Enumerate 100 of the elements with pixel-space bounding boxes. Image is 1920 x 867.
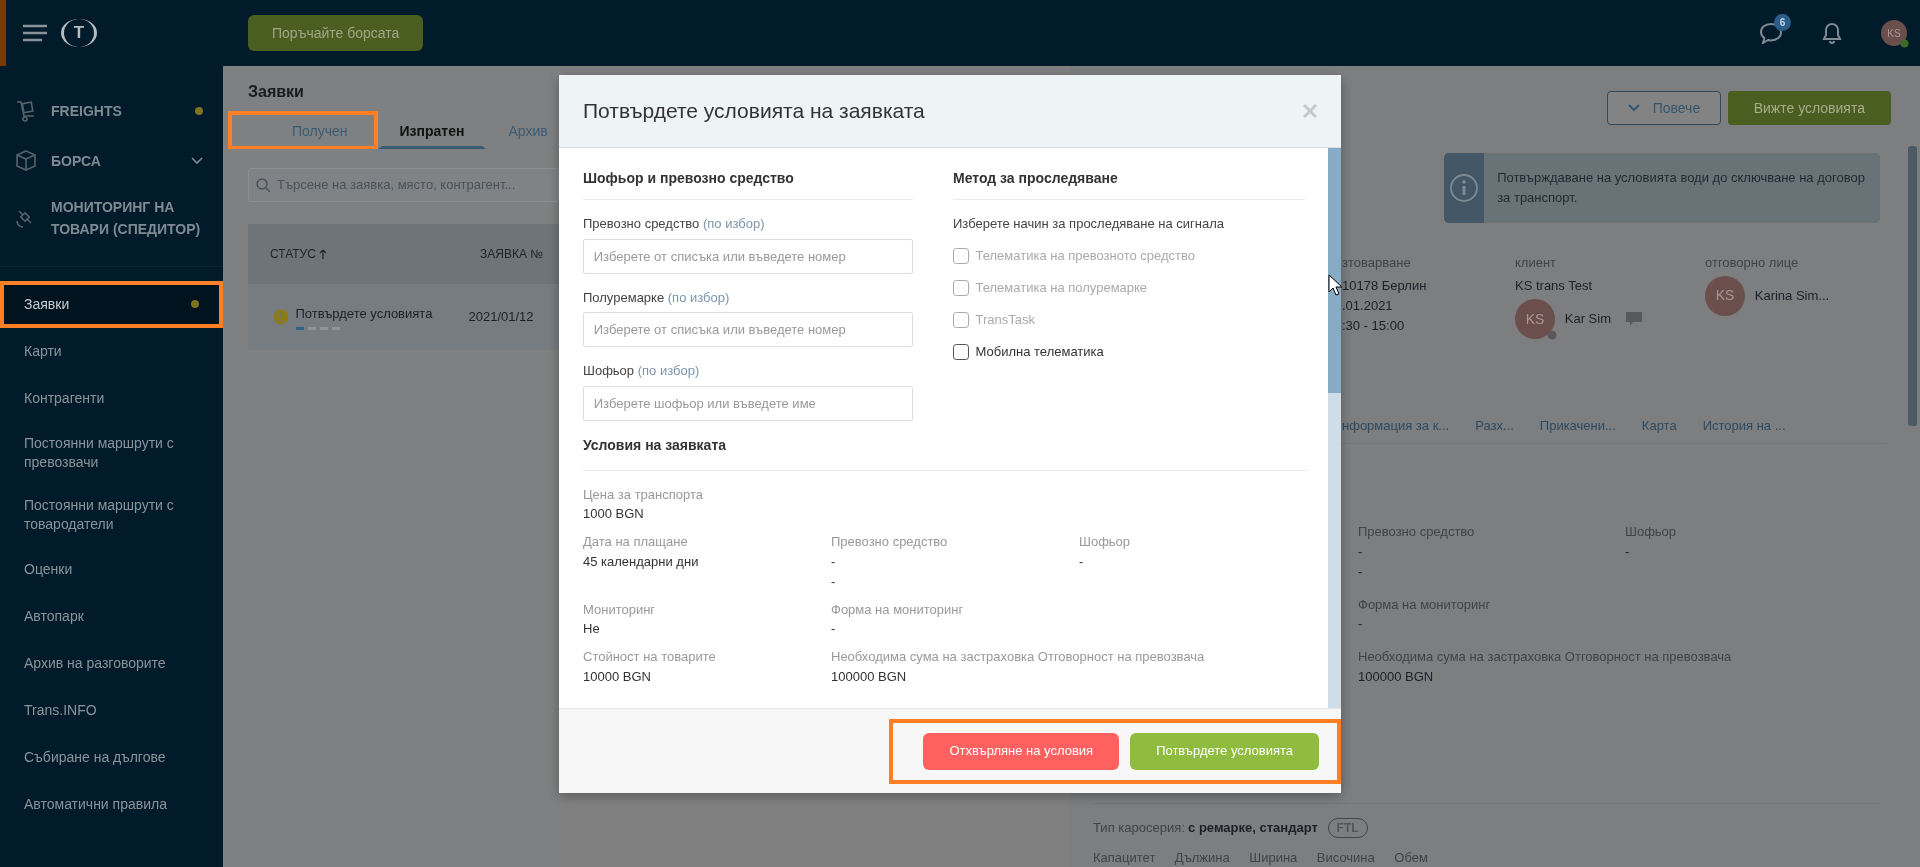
- checkbox[interactable]: [953, 344, 969, 360]
- more-button[interactable]: Повече: [1606, 91, 1722, 125]
- scrollbar-thumb[interactable]: [1328, 148, 1341, 393]
- section-heading: Шофьор и превозно средство: [583, 168, 913, 200]
- column-header[interactable]: СТАТУС: [270, 245, 480, 263]
- field-value: 10178 Берлин: [1342, 276, 1428, 295]
- field-label: Мониторинг: [583, 600, 657, 619]
- field-label: клиент: [1515, 254, 1558, 272]
- user-avatar[interactable]: KS: [1881, 20, 1907, 46]
- search-icon: [255, 177, 271, 193]
- detail-tab[interactable]: Карта: [1641, 415, 1677, 436]
- nav-section[interactable]: БОРСА: [0, 135, 223, 186]
- section-heading: Условия на заявката: [583, 434, 1308, 471]
- sidebar-item[interactable]: Карти: [0, 327, 223, 375]
- scrollbar-thumb[interactable]: [1908, 146, 1917, 426]
- detail-tab[interactable]: История на ...: [1702, 415, 1786, 436]
- person-avatar: KS: [1515, 299, 1555, 339]
- sidebar-item[interactable]: Оценки: [0, 545, 223, 593]
- message-count-badge: 6: [1774, 14, 1791, 31]
- field-value: 1000 BGN: [583, 505, 645, 523]
- field-label: Дата на плащане: [583, 533, 689, 551]
- field-value: 100000 BGN: [831, 667, 908, 686]
- instruction-text: Изберете начин за проследяване на сигнала: [953, 215, 1226, 233]
- checkbox-label[interactable]: Мобилна телематика: [975, 342, 1104, 362]
- field-value: -: [1079, 552, 1085, 571]
- detail-tab[interactable]: нформация за к...: [1342, 415, 1450, 436]
- sidebar-item[interactable]: Заявки: [0, 280, 223, 328]
- field-label: Шофьор: [1625, 523, 1678, 541]
- person-name: Kar Sim: [1564, 310, 1611, 328]
- chevron-down-icon: [1627, 104, 1640, 112]
- field-label: Шофьор: [1079, 533, 1132, 551]
- input-field[interactable]: Изберете шофьор или въведете име: [583, 385, 913, 421]
- body-type-label: Тип каросерия:: [1093, 818, 1185, 837]
- input-field[interactable]: Изберете от списъка или въведете номер: [583, 238, 913, 274]
- field-label: Необходима сума на застраховка Отговорност на превозвача: [831, 648, 1206, 666]
- sidebar-item[interactable]: Контрагенти: [0, 374, 223, 422]
- reject-button[interactable]: Отхвърляне на условия: [923, 732, 1120, 770]
- detail-tab[interactable]: Прикачени...: [1539, 415, 1616, 436]
- sidebar-item[interactable]: Автопарк: [0, 592, 223, 640]
- field-label: Шофьор (по избор): [583, 362, 701, 380]
- field-value: -: [1358, 615, 1364, 633]
- input-field[interactable]: Изберете от списъка или въведете номер: [583, 312, 913, 347]
- chevron-down-icon[interactable]: [191, 156, 203, 165]
- field-value: -: [1358, 562, 1364, 581]
- nav-section[interactable]: МОНИТОРИНГ НА ТОВАРИ (СПЕДИТОР): [0, 185, 223, 250]
- tab[interactable]: Архив: [486, 110, 570, 149]
- field-value: -: [1625, 542, 1631, 561]
- section-heading: Метод за проследяване: [953, 168, 1305, 200]
- column-header: Капацитет: [1093, 848, 1156, 867]
- column-header: Дължина: [1174, 848, 1230, 867]
- field-label: Форма на мониторинг: [1358, 595, 1491, 614]
- sidebar-item[interactable]: Архив на разговорите: [0, 639, 223, 687]
- status-text: Потвърдете условията: [295, 304, 434, 323]
- person-avatar: KS: [1705, 275, 1745, 316]
- field-value: -: [831, 620, 837, 638]
- field-value: 100000 BGN: [1358, 667, 1435, 686]
- logo[interactable]: T: [61, 19, 97, 47]
- field-label: Форма на мониторинг: [831, 600, 965, 619]
- sidebar-item[interactable]: Trans.INFO: [0, 686, 223, 734]
- order-button[interactable]: Поръчайте борсата: [248, 15, 424, 51]
- person-name: Karina Sim...: [1754, 286, 1830, 305]
- field-value: 45 календарни дни: [583, 552, 700, 571]
- field-value: .01.2021: [1342, 296, 1394, 315]
- detail-tab[interactable]: Разх...: [1475, 415, 1514, 436]
- body-type-value: с ремарке, стандарт: [1188, 818, 1318, 837]
- warning-icon: [273, 309, 289, 325]
- nav-section[interactable]: FREIGHTS: [0, 85, 223, 136]
- nav-icon: [14, 148, 38, 173]
- field-label: Полуремарке (по избор): [583, 288, 731, 307]
- field-value: :30 - 15:00: [1342, 316, 1406, 335]
- field-value: KS trans Test: [1515, 276, 1594, 295]
- field-label: Необходима сума на застраховка Отговорност на превозвача: [1358, 648, 1732, 666]
- close-icon: [1303, 104, 1317, 118]
- view-terms-button[interactable]: Вижте условията: [1727, 91, 1891, 125]
- field-value: 10000 BGN: [583, 667, 652, 686]
- field-label: Превозно средство (по избор): [583, 215, 766, 233]
- column-header: Обем: [1394, 848, 1428, 867]
- field-label: Превозно средство: [831, 533, 949, 551]
- info-icon: [1449, 173, 1480, 203]
- sidebar-item[interactable]: Постоянни маршрути с превозвачи: [0, 421, 223, 484]
- field-label: Цена за транспорта: [583, 485, 704, 504]
- column-header: Височина: [1316, 848, 1375, 867]
- field-value: -: [831, 572, 837, 591]
- dialog-title: Потвърдете условията на заявката: [583, 98, 925, 125]
- table-cell-text: 2021/01/12: [468, 308, 534, 326]
- column-header[interactable]: ЗАЯВКА №: [480, 245, 544, 263]
- status-dot: [1900, 39, 1909, 48]
- sidebar-item[interactable]: Автоматични правила: [0, 780, 223, 828]
- info-text: Потвърждаване на условията води до сключване на договор за транспорт.: [1496, 169, 1866, 207]
- tab[interactable]: Получен: [228, 110, 378, 149]
- bell-icon[interactable]: [1822, 22, 1842, 44]
- sidebar-item[interactable]: Постоянни маршрути с товародатели: [0, 483, 223, 546]
- field-label: Превозно средство: [1358, 523, 1476, 541]
- menu-icon[interactable]: [22, 23, 48, 43]
- field-value: Не: [583, 620, 601, 638]
- page-title: Заявки: [248, 82, 305, 102]
- field-label: отговорно лице: [1705, 254, 1800, 272]
- confirm-button[interactable]: Потвърдете условията: [1130, 732, 1319, 770]
- sidebar-item[interactable]: Събиране на дългове: [0, 733, 223, 781]
- tab[interactable]: Изпратен: [377, 110, 487, 149]
